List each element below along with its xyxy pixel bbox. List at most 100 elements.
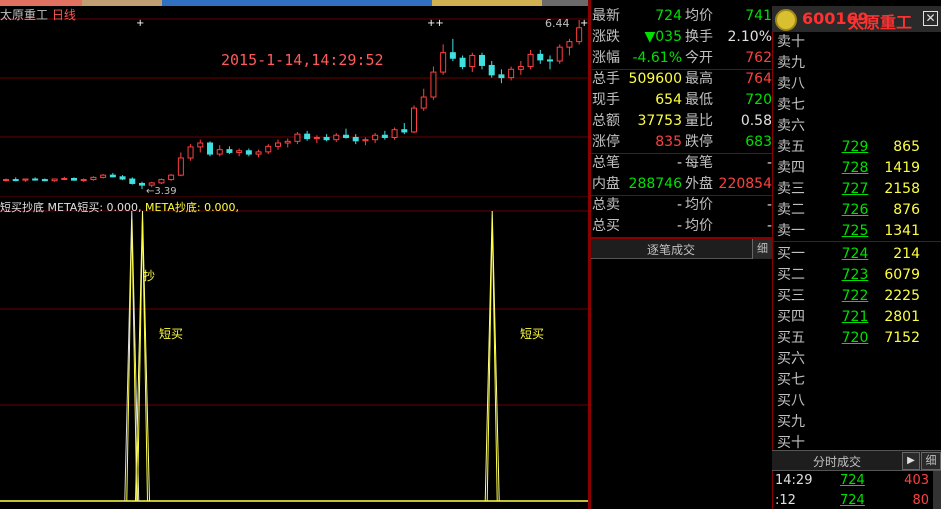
candle-body (177, 157, 184, 176)
candle-body (12, 179, 19, 182)
kline-chart[interactable]: + ++ + (0, 6, 588, 197)
timeshare-detail-button[interactable]: 细 (921, 452, 941, 470)
candle-body (158, 179, 165, 184)
bid-level[interactable]: 买九 (772, 412, 941, 433)
quote-value: 835 (655, 134, 682, 150)
chart-stock-title: 太原重工 日线 (0, 6, 76, 23)
candle-body (449, 52, 456, 59)
quote-label: 均价 (685, 8, 713, 24)
candle-body (61, 177, 68, 180)
candle-body (391, 129, 398, 138)
trade-price: 724 (840, 493, 865, 508)
kline-chart-panel[interactable]: + ++ + (0, 6, 588, 197)
stock-name: 太原重工 (848, 13, 913, 32)
cursor-marker: ++ (427, 18, 444, 29)
quote-row: 现手 654 最低 720 (591, 90, 772, 111)
quote-divider (591, 153, 772, 154)
ask-level[interactable]: 卖四 728 1419 (772, 158, 941, 179)
candle-body (207, 142, 213, 155)
trade-time: 14:29 (775, 473, 813, 488)
signal-label-chaodi: 抄 (143, 269, 156, 283)
bid-level[interactable]: 买四 721 2801 (772, 307, 941, 328)
quote-label: 内盘 (592, 176, 620, 192)
quote-row: 总笔 - 每笔 - (591, 153, 772, 174)
timeshare-title[interactable]: 分时成交 (772, 453, 902, 470)
candle-body (100, 174, 107, 178)
bid-level[interactable]: 买二 723 6079 (772, 265, 941, 286)
quote-value: 762 (745, 50, 772, 66)
ask-level[interactable]: 卖一 725 1341 (772, 221, 941, 242)
level-label: 买一 (777, 246, 805, 262)
candle-body (343, 134, 349, 138)
quote-label: 均价 (685, 197, 713, 213)
ask-level[interactable]: 卖二 726 876 (772, 200, 941, 221)
quote-divider (591, 69, 772, 70)
play-icon[interactable]: ▶ (902, 452, 920, 470)
ask-level[interactable]: 卖十 (772, 32, 941, 53)
signal-spike (484, 210, 500, 502)
candle-body (22, 178, 29, 181)
candle-body (401, 129, 408, 133)
level-volume: 1419 (884, 160, 920, 176)
ask-level[interactable]: 卖三 727 2158 (772, 179, 941, 200)
candle-body (236, 150, 243, 153)
timeshare-header[interactable]: 分时成交 ▶ 细 (772, 450, 941, 471)
indicator-panel[interactable] (0, 199, 588, 509)
ask-level[interactable]: 卖六 (772, 116, 941, 137)
candle-body (352, 136, 359, 142)
candle-body (459, 57, 466, 68)
quote-value: -4.61% (632, 50, 682, 66)
ask-level[interactable]: 卖五 729 865 (772, 137, 941, 158)
bid-level[interactable]: 买六 (772, 349, 941, 370)
candle-body (508, 68, 515, 79)
candle-body (197, 142, 204, 148)
candle-body (556, 46, 563, 62)
candle-body (265, 145, 272, 153)
candle-body (80, 179, 87, 182)
indicator-chart[interactable] (0, 199, 588, 509)
quote-label: 现手 (592, 92, 620, 108)
quote-value: 509600 (628, 71, 682, 87)
level-label: 卖五 (777, 139, 805, 155)
quote-label: 每笔 (685, 155, 713, 171)
app-logo-icon (775, 9, 797, 31)
ask-level[interactable]: 卖七 (772, 95, 941, 116)
tick-trades-header[interactable]: 逐笔成交 细 (591, 238, 772, 259)
level-price: 722 (841, 288, 869, 304)
level-label: 买四 (777, 309, 805, 325)
bid-level[interactable]: 买一 724 214 (772, 244, 941, 265)
indicator-name[interactable]: 短买抄底 (0, 201, 44, 214)
timeshare-scrollbar[interactable] (933, 471, 941, 509)
candle-body (469, 54, 476, 68)
level-label: 买二 (777, 267, 805, 283)
tick-trades-title[interactable]: 逐笔成交 (591, 241, 751, 258)
candle-body (109, 174, 116, 178)
ask-level[interactable]: 卖八 (772, 74, 941, 95)
level-label: 买八 (777, 393, 805, 409)
candle-body (430, 71, 437, 98)
ask-level[interactable]: 卖九 (772, 53, 941, 74)
level-volume: 1341 (884, 223, 920, 239)
level-label: 买七 (777, 372, 805, 388)
candle-body (90, 176, 97, 181)
level-volume: 2225 (884, 288, 920, 304)
level-price: 721 (841, 309, 869, 325)
indicator-legend: 短买抄底 META短买: 0.000, META抄底: 0.000, (0, 199, 239, 215)
candle-body (362, 139, 369, 142)
bid-level[interactable]: 买三 722 2225 (772, 286, 941, 307)
bid-level[interactable]: 买八 (772, 391, 941, 412)
bid-level[interactable]: 买五 720 7152 (772, 328, 941, 349)
candle-body (313, 136, 320, 140)
timeshare-row: 14:29 724 403 (772, 471, 941, 491)
level-label: 卖二 (777, 202, 805, 218)
chart-period[interactable]: 日线 (52, 8, 76, 22)
indicator-meta-b: META抄底: 0.000, (145, 201, 240, 214)
close-icon[interactable]: ✕ (923, 11, 938, 26)
quote-label: 最低 (685, 92, 713, 108)
candle-body (226, 149, 233, 153)
candle-body (51, 178, 58, 182)
timeshare-row: :12 724 80 (772, 491, 941, 509)
quote-label: 涨跌 (592, 29, 620, 45)
bid-level[interactable]: 买七 (772, 370, 941, 391)
tick-detail-button[interactable]: 细 (752, 239, 772, 259)
